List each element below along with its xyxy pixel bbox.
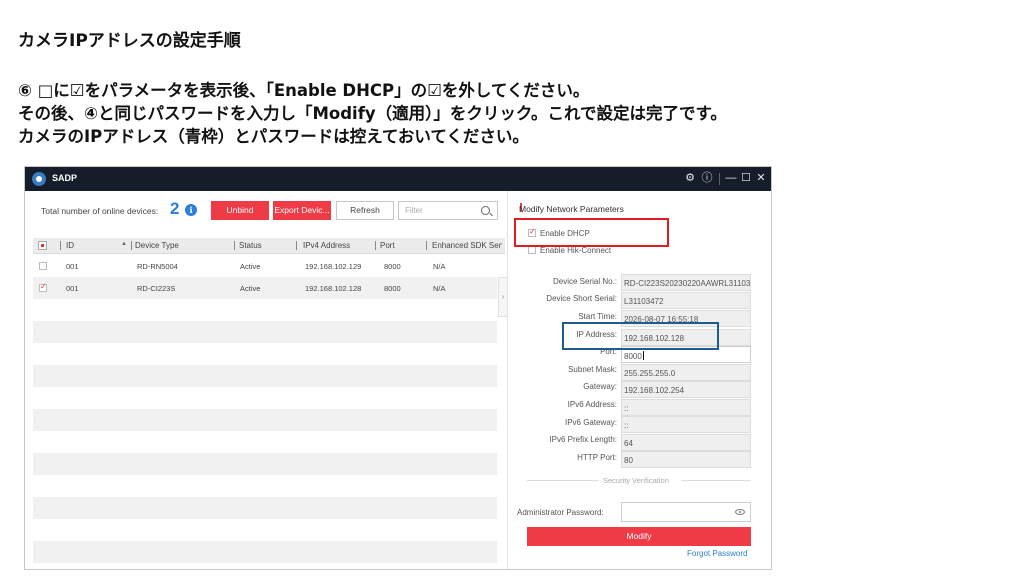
- slide-title: カメラIPアドレスの設定手順: [18, 31, 241, 51]
- column-header-port[interactable]: Port: [380, 241, 395, 250]
- filter-input[interactable]: Filter: [398, 201, 498, 220]
- column-header-status[interactable]: Status: [239, 241, 262, 250]
- security-divider-right: [681, 480, 751, 481]
- table-row[interactable]: 001 RD-CI223S Active 192.168.102.128 800…: [33, 277, 497, 299]
- info-icon[interactable]: i: [185, 204, 197, 216]
- subnet-mask-field[interactable]: 255.255.255.0: [621, 364, 751, 381]
- online-devices-count: 2: [170, 199, 180, 218]
- dhcp-highlight-frame: [514, 218, 669, 247]
- row-checkbox[interactable]: [39, 262, 47, 270]
- table-row[interactable]: 001 RD-RN5004 Active 192.168.102.129 800…: [33, 255, 497, 277]
- empty-row: [33, 387, 497, 409]
- gateway-label: Gateway:: [583, 382, 617, 391]
- refresh-button[interactable]: Refresh: [336, 201, 394, 220]
- empty-row: [33, 497, 497, 519]
- column-header-ipv4[interactable]: IPv4 Address: [303, 241, 350, 250]
- about-icon[interactable]: ⓘ: [700, 171, 714, 185]
- title-bar: SADP ⚙ ⓘ — ☐ ✕: [25, 167, 771, 191]
- security-divider-left: [527, 480, 599, 481]
- empty-row: [33, 519, 497, 541]
- minimize-icon[interactable]: —: [724, 171, 738, 185]
- empty-row: [33, 409, 497, 431]
- instructions: ⑥ □に☑をパラメータを表示後、「Enable DHCP」の☑を外してください。…: [18, 79, 1018, 148]
- settings-icon[interactable]: ⚙: [683, 171, 697, 185]
- short-serial-label: Device Short Serial:: [546, 294, 617, 303]
- device-list-panel: Total number of online devices: 2 i Unbi…: [25, 191, 505, 569]
- forgot-password-link[interactable]: Forgot Password: [687, 549, 747, 558]
- sort-ascending-icon[interactable]: ▲: [121, 241, 127, 247]
- admin-password-input[interactable]: [621, 502, 751, 522]
- text-caret: [642, 351, 644, 360]
- ipv6-prefix-field[interactable]: 64: [621, 434, 751, 451]
- online-devices-label: Total number of online devices:: [41, 206, 159, 216]
- empty-row: [33, 431, 497, 453]
- ip-highlight-frame: [562, 322, 719, 350]
- instruction-line-2: その後、④と同じパスワードを入力し「Modify（適用）」をクリック。これで設定…: [18, 104, 727, 123]
- subnet-mask-label: Subnet Mask:: [568, 365, 617, 374]
- empty-row: [33, 453, 497, 475]
- serial-no-label: Device Serial No.:: [552, 277, 617, 286]
- port-value: 8000: [624, 352, 642, 361]
- empty-row: [33, 365, 497, 387]
- table-header: ID ▲ Device Type Status IPv4 Address Por…: [33, 238, 505, 254]
- ipv6-gateway-field[interactable]: ::: [621, 416, 751, 433]
- maximize-icon[interactable]: ☐: [739, 171, 753, 185]
- http-port-field[interactable]: 80: [621, 451, 751, 468]
- empty-row: [33, 299, 497, 321]
- select-all-checkbox[interactable]: [38, 241, 47, 250]
- device-table-body: 001 RD-RN5004 Active 192.168.102.129 800…: [33, 255, 497, 565]
- column-header-sdk-port[interactable]: Enhanced SDK Service Por: [432, 241, 502, 250]
- security-verification-label: Security Verification: [603, 476, 669, 485]
- empty-row: [33, 321, 497, 343]
- empty-row: [33, 541, 497, 563]
- app-title: SADP: [52, 173, 78, 183]
- enable-hik-connect-checkbox[interactable]: [528, 246, 536, 254]
- app-logo-icon: [32, 172, 46, 186]
- start-time-label: Start Time:: [578, 312, 617, 321]
- empty-row: [33, 475, 497, 497]
- close-icon[interactable]: ✕: [754, 171, 768, 185]
- ipv6-prefix-label: IPv6 Prefix Length:: [549, 435, 617, 444]
- filter-placeholder: Filter: [405, 206, 423, 215]
- instruction-line-1: ⑥ □に☑をパラメータを表示後、「Enable DHCP」の☑を外してください。: [18, 81, 590, 100]
- enable-hik-connect-label[interactable]: Enable Hik-Connect: [540, 246, 611, 255]
- admin-password-label: Administrator Password:: [517, 508, 604, 517]
- gateway-field[interactable]: 192.168.102.254: [621, 381, 751, 398]
- search-icon[interactable]: [481, 206, 490, 215]
- show-password-eye-icon[interactable]: [735, 509, 745, 515]
- short-serial-field: L31103472: [621, 292, 751, 309]
- ipv6-address-label: IPv6 Address:: [567, 400, 617, 409]
- instruction-line-3: カメラのIPアドレス（青枠）とパスワードは控えておいてください。: [18, 127, 529, 146]
- empty-row: [33, 343, 497, 365]
- ipv6-gateway-label: IPv6 Gateway:: [564, 418, 617, 427]
- http-port-label: HTTP Port:: [577, 453, 617, 462]
- modify-button[interactable]: Modify: [527, 527, 751, 546]
- row-checkbox[interactable]: [39, 282, 47, 292]
- panel-splitter: [507, 191, 508, 569]
- export-devices-button[interactable]: Export Devic...: [273, 201, 331, 220]
- titlebar-divider: [719, 173, 720, 185]
- sadp-window: SADP ⚙ ⓘ — ☐ ✕ Total number of online de…: [24, 166, 772, 570]
- serial-no-field: RD-CI223S20230220AAWRL31103472: [621, 274, 751, 291]
- column-header-id[interactable]: ID: [66, 241, 74, 250]
- ipv6-address-field[interactable]: ::: [621, 399, 751, 416]
- column-header-device-type[interactable]: Device Type: [135, 241, 179, 250]
- panel-title: Modify Network Parameters: [519, 204, 624, 214]
- unbind-button[interactable]: Unbind: [211, 201, 269, 220]
